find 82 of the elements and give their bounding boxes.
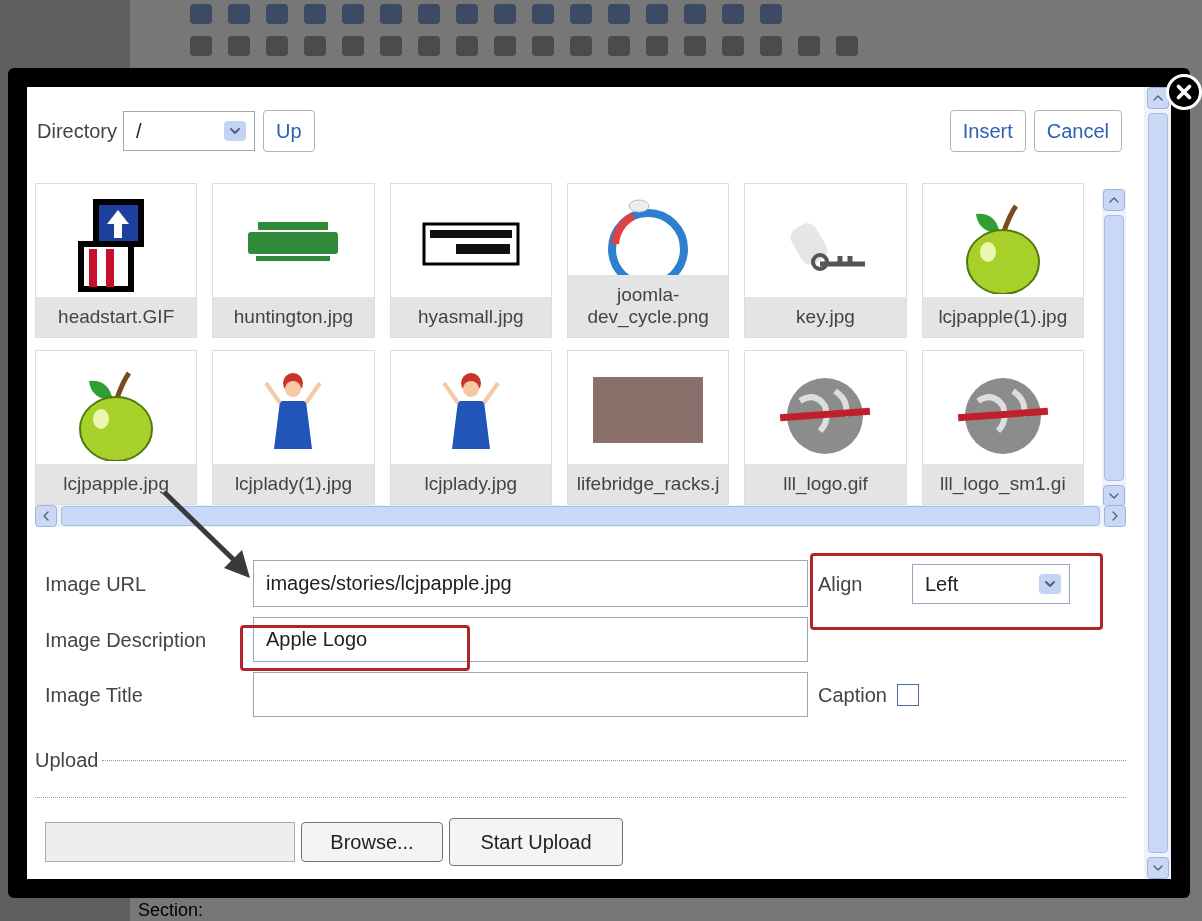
file-name: lcjplady(1).jpg	[213, 464, 374, 504]
image-description-label: Image Description	[45, 627, 208, 653]
image-url-label: Image URL	[45, 571, 148, 597]
toolbar-button-icon[interactable]	[798, 36, 820, 56]
toolbar-button-icon[interactable]	[342, 36, 364, 56]
vertical-scrollbar[interactable]	[1102, 189, 1126, 507]
toolbar-button-icon[interactable]	[494, 4, 516, 24]
image-thumbnail[interactable]: lll_logo_sm1.gi	[921, 350, 1084, 505]
toolbar-button-icon[interactable]	[646, 36, 668, 56]
image-thumbnail[interactable]: lcjplady.jpg	[389, 350, 552, 505]
toolbar-button-icon[interactable]	[608, 4, 630, 24]
toolbar-button-icon[interactable]	[266, 36, 288, 56]
file-name: lcjpapple(1).jpg	[922, 297, 1083, 337]
toolbar-button-icon[interactable]	[684, 4, 706, 24]
file-name: lcjpapple.jpg	[36, 464, 197, 504]
file-name: huntington.jpg	[213, 297, 374, 337]
cancel-button[interactable]: Cancel	[1033, 110, 1122, 152]
file-name: lll_logo.gif	[745, 464, 906, 504]
file-name: joomla-dev_cycle.png	[568, 275, 729, 337]
toolbar-button-icon[interactable]	[342, 4, 364, 24]
directory-label: Directory	[37, 119, 117, 144]
upload-legend: Upload	[35, 745, 103, 775]
file-name: lcjplady.jpg	[390, 464, 551, 504]
toolbar-button-icon[interactable]	[190, 4, 212, 24]
image-description-field[interactable]: Apple Logo	[253, 617, 808, 662]
caption-checkbox[interactable]	[896, 683, 919, 706]
align-label: Align	[818, 571, 864, 597]
toolbar-button-icon[interactable]	[684, 36, 706, 56]
file-name: headstart.GIF	[36, 297, 197, 337]
align-select[interactable]: Left	[912, 563, 1070, 604]
vertical-scrollbar[interactable]	[1144, 87, 1171, 879]
image-url-field[interactable]: images/stories/lcjpapple.jpg	[253, 560, 808, 607]
toolbar-button-icon[interactable]	[228, 36, 250, 56]
toolbar-button-icon[interactable]	[494, 36, 516, 56]
toolbar-button-icon[interactable]	[266, 4, 288, 24]
toolbar-button-icon[interactable]	[418, 4, 440, 24]
scroll-thumb[interactable]	[1104, 215, 1124, 481]
toolbar-button-icon[interactable]	[190, 36, 212, 56]
toolbar-button-icon[interactable]	[836, 36, 858, 56]
toolbar-button-icon[interactable]	[380, 4, 402, 24]
image-thumbnail[interactable]: lifebridge_racks.j	[567, 350, 730, 505]
file-name: key.jpg	[745, 297, 906, 337]
toolbar-button-icon[interactable]	[532, 36, 554, 56]
toolbar-button-icon[interactable]	[532, 4, 554, 24]
image-thumbnail[interactable]: headstart.GIF	[35, 183, 198, 338]
toolbar-button-icon[interactable]	[570, 36, 592, 56]
toolbar-button-icon[interactable]	[570, 4, 592, 24]
toolbar-button-icon[interactable]	[418, 36, 440, 56]
image-thumbnail[interactable]: lcjpapple(1).jpg	[921, 183, 1084, 338]
file-name: lll_logo_sm1.gi	[922, 464, 1083, 504]
toolbar-button-icon[interactable]	[722, 36, 744, 56]
image-thumbnail[interactable]: key.jpg	[744, 183, 907, 338]
image-thumbnail[interactable]: lll_logo.gif	[744, 350, 907, 505]
file-name: lifebridge_racks.j	[568, 464, 729, 504]
toolbar-button-icon[interactable]	[304, 36, 326, 56]
image-thumbnail[interactable]: lcjplady(1).jpg	[212, 350, 375, 505]
image-thumbnail[interactable]: hyasmall.jpg	[389, 183, 552, 338]
directory-select[interactable]: /	[123, 111, 255, 151]
section-label: Section:	[138, 900, 204, 920]
toolbar-button-icon[interactable]	[760, 36, 782, 56]
toolbar-button-icon[interactable]	[646, 4, 668, 24]
image-title-field[interactable]	[253, 672, 808, 717]
image-thumbnail[interactable]: lcjpapple.jpg	[35, 350, 198, 505]
toolbar-button-icon[interactable]	[456, 4, 478, 24]
image-thumbnail[interactable]: joomla-dev_cycle.png	[567, 183, 730, 338]
insert-button[interactable]: Insert	[949, 110, 1026, 152]
image-title-label: Image Title	[45, 682, 144, 708]
browse-button[interactable]: Browse...	[301, 822, 443, 862]
file-path-field[interactable]	[45, 822, 295, 862]
file-name: hyasmall.jpg	[390, 297, 551, 337]
caption-label: Caption	[818, 682, 887, 708]
toolbar-button-icon[interactable]	[228, 4, 250, 24]
scroll-thumb[interactable]	[1147, 113, 1168, 853]
toolbar-button-icon[interactable]	[760, 4, 782, 24]
toolbar-button-icon[interactable]	[380, 36, 402, 56]
start-upload-button[interactable]: Start Upload	[449, 818, 623, 866]
toolbar-button-icon[interactable]	[608, 36, 630, 56]
toolbar-button-icon[interactable]	[456, 36, 478, 56]
toolbar-button-icon[interactable]	[722, 4, 744, 24]
up-button[interactable]: Up	[263, 110, 315, 152]
image-thumbnail[interactable]: huntington.jpg	[212, 183, 375, 338]
toolbar-button-icon[interactable]	[304, 4, 326, 24]
